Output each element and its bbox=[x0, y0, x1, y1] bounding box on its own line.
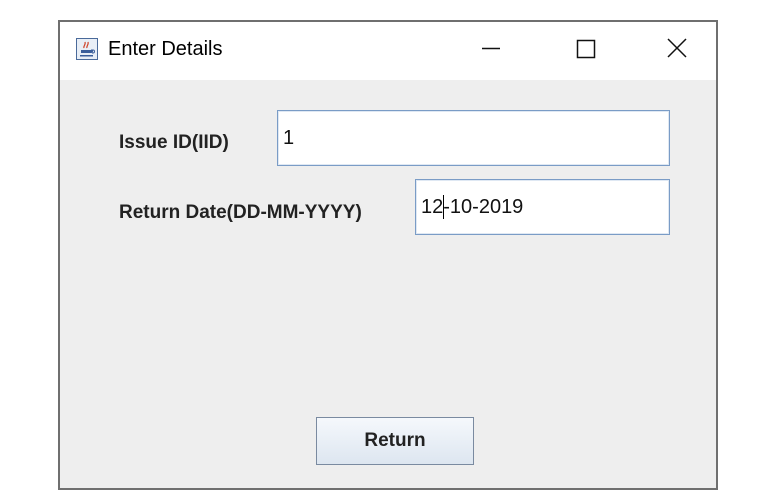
return-date-field[interactable]: 12-10-2019 bbox=[415, 179, 670, 235]
close-button[interactable] bbox=[654, 28, 700, 68]
return-date-value: 12-10-2019 bbox=[421, 195, 523, 219]
minimize-button[interactable] bbox=[468, 28, 514, 68]
issue-id-value: 1 bbox=[283, 127, 295, 149]
issue-id-label: Issue ID(IID) bbox=[119, 132, 229, 153]
enter-details-window: Enter Details Issue ID(IID) 1 Return Dat… bbox=[58, 20, 718, 490]
return-date-label: Return Date(DD-MM-YYYY) bbox=[119, 202, 362, 223]
close-icon bbox=[667, 38, 687, 58]
maximize-button[interactable] bbox=[563, 28, 609, 68]
return-button[interactable]: Return bbox=[316, 417, 474, 465]
return-date-value-after-caret: -10-2019 bbox=[443, 196, 524, 218]
title-bar[interactable]: Enter Details bbox=[60, 22, 716, 80]
minimize-icon bbox=[482, 47, 500, 50]
window-title: Enter Details bbox=[108, 38, 223, 60]
issue-id-field[interactable]: 1 bbox=[277, 110, 670, 166]
maximize-icon bbox=[576, 39, 596, 59]
java-coffee-cup-icon bbox=[76, 38, 98, 60]
return-date-value-before-caret: 12 bbox=[421, 196, 444, 218]
